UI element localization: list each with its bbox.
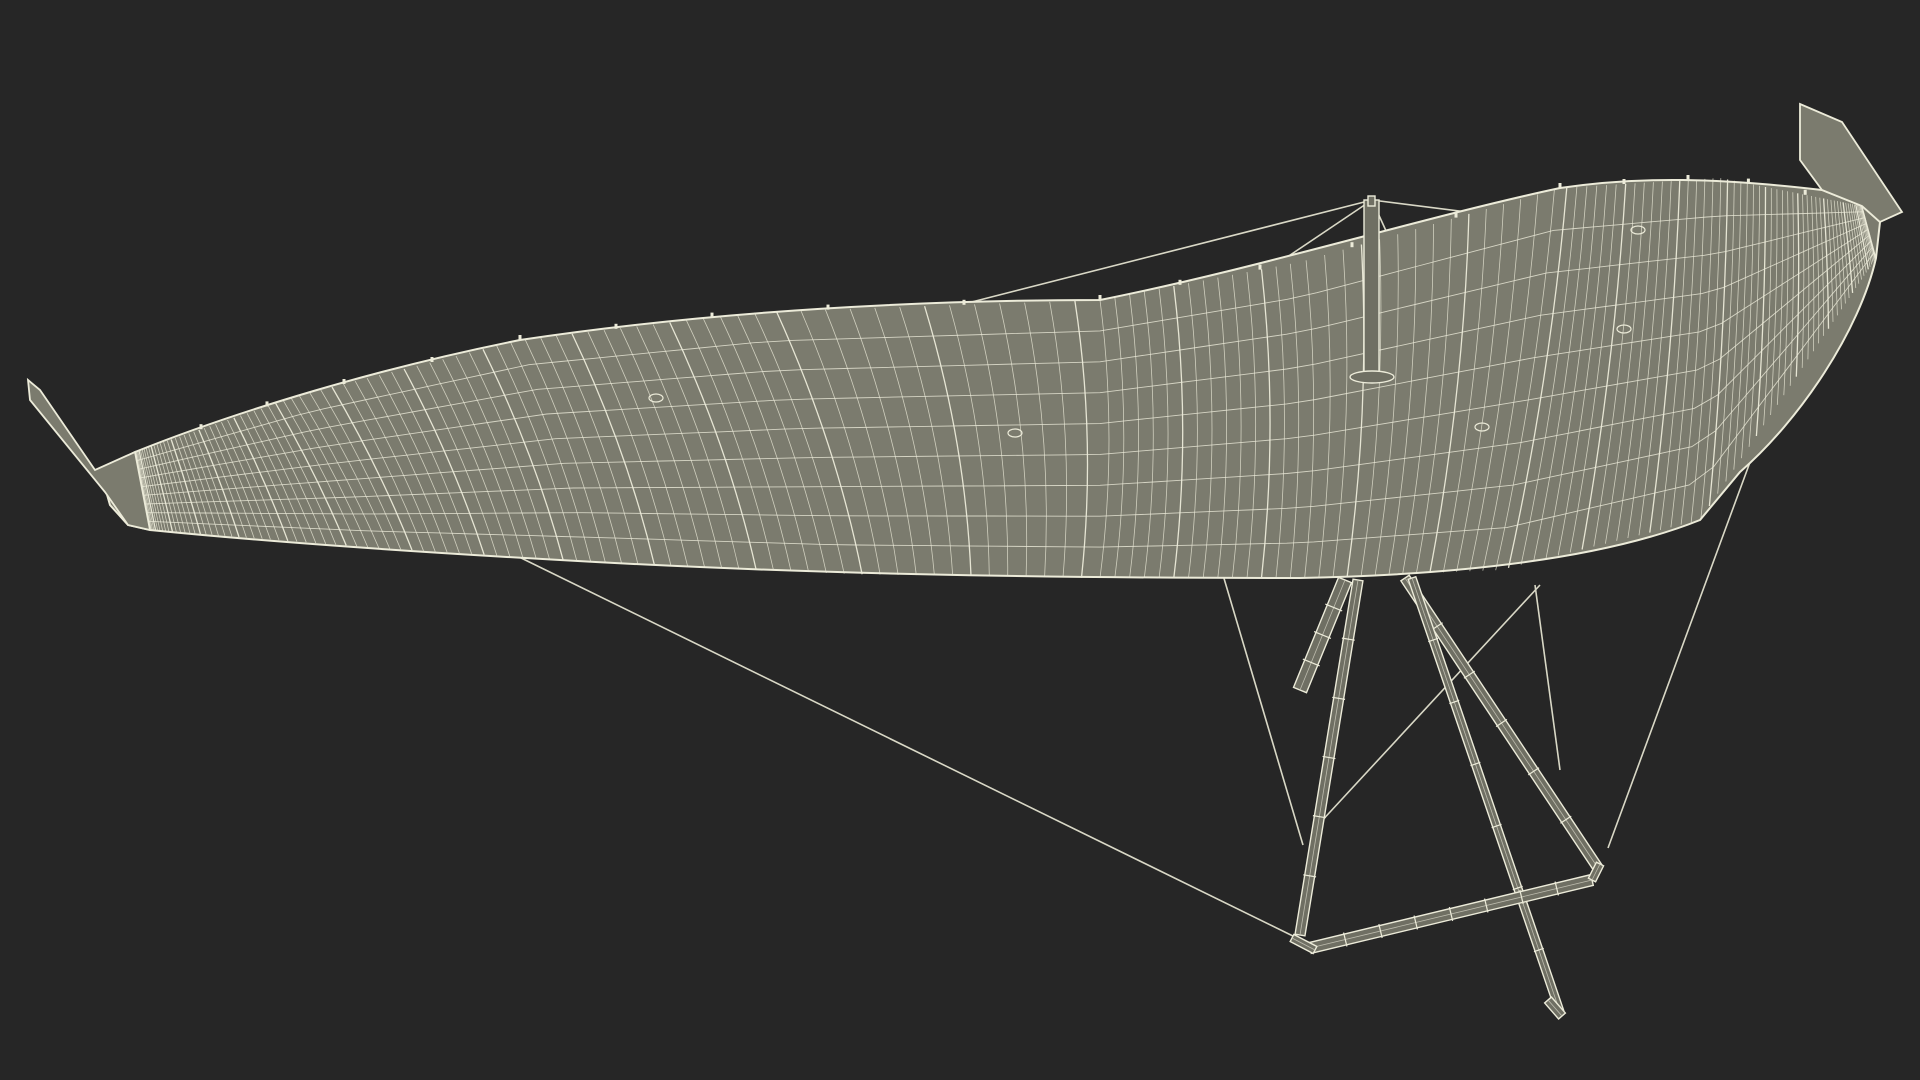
batten-tip bbox=[518, 335, 522, 340]
batten-tip bbox=[1622, 179, 1626, 184]
batten-tip bbox=[430, 357, 434, 362]
cable-rear-right bbox=[1534, 584, 1561, 771]
sail-wing bbox=[98, 178, 1882, 580]
hang-glider-wireframe bbox=[26, 102, 1904, 1020]
batten-tip bbox=[1258, 264, 1262, 270]
sail-surface bbox=[98, 178, 1882, 580]
batten-tip bbox=[826, 304, 830, 310]
left-wingtip bbox=[26, 377, 152, 532]
cable-keel-front bbox=[1222, 574, 1304, 846]
batten-tip bbox=[1350, 242, 1354, 248]
batten-tip bbox=[1454, 212, 1458, 218]
batten-tip bbox=[199, 424, 203, 430]
batten-tip bbox=[265, 401, 269, 407]
batten-tip bbox=[710, 312, 714, 318]
batten-tip bbox=[1098, 295, 1102, 300]
batten-tip bbox=[1803, 189, 1807, 195]
control-bar bbox=[1307, 873, 1595, 955]
batten-tip bbox=[1686, 175, 1690, 180]
batten-tip bbox=[342, 379, 346, 384]
batten-tip bbox=[614, 323, 618, 329]
batten-tip bbox=[962, 299, 966, 305]
keel-rear-tube bbox=[1407, 575, 1565, 1015]
batten-tip bbox=[1558, 183, 1562, 188]
batten-tip bbox=[1178, 279, 1182, 285]
batten-tip bbox=[1746, 178, 1750, 184]
render-viewport bbox=[0, 0, 1920, 1080]
control-frame bbox=[1289, 574, 1605, 1020]
control-bar-corner-left bbox=[1289, 933, 1318, 955]
cable-left-wire bbox=[514, 554, 1298, 939]
